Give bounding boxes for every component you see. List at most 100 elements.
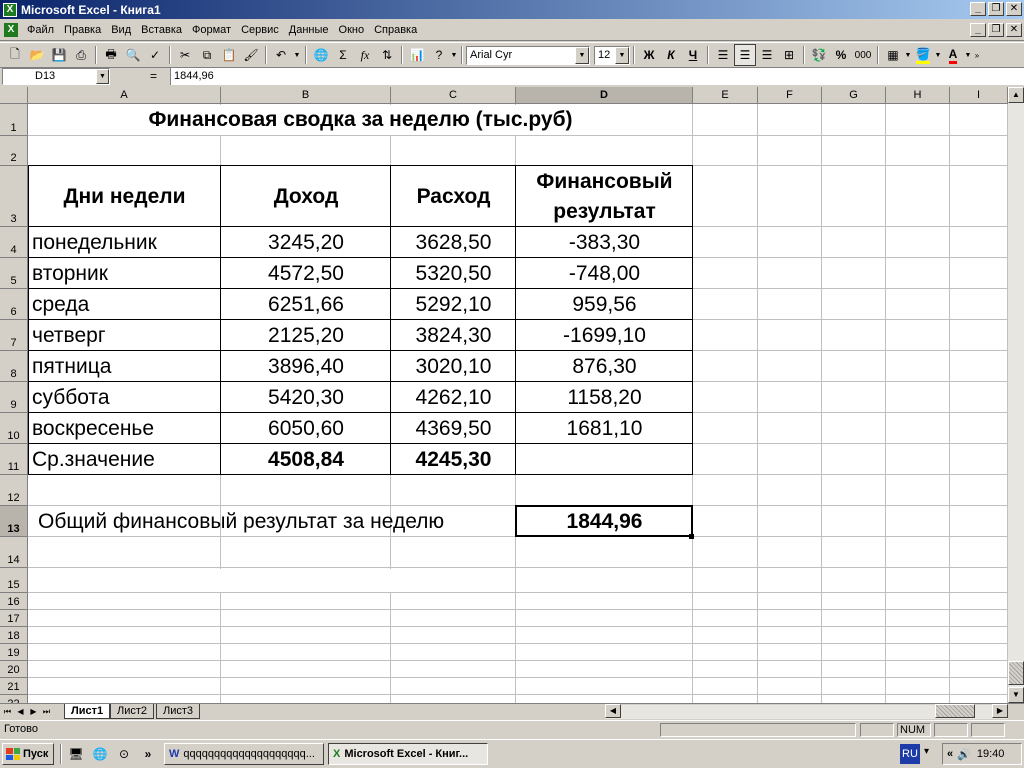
- doc-restore-button[interactable]: ❐: [988, 23, 1004, 37]
- first-sheet-icon[interactable]: ⏮: [2, 705, 13, 718]
- column-header-h[interactable]: H: [886, 87, 950, 104]
- bold-button[interactable]: Ж: [638, 44, 660, 66]
- row-header-12[interactable]: 12: [0, 475, 28, 506]
- insert-function-icon[interactable]: fx: [354, 44, 376, 66]
- print-icon[interactable]: 🖶: [100, 44, 122, 66]
- tray-expand-icon[interactable]: «: [947, 748, 953, 760]
- row-header-22[interactable]: 22: [0, 695, 28, 703]
- minimize-button[interactable]: _: [970, 2, 986, 16]
- toolbar-more-icon[interactable]: »: [972, 44, 982, 66]
- scroll-left-icon[interactable]: ◀: [605, 704, 621, 718]
- font-color-icon[interactable]: A: [942, 44, 964, 66]
- taskbar-item-word[interactable]: W qqqqqqqqqqqqqqqqqqqq...: [164, 743, 324, 765]
- horizontal-scrollbar[interactable]: ◀ ▶: [605, 704, 1008, 719]
- currency-icon[interactable]: 💱: [808, 44, 830, 66]
- scroll-down-icon[interactable]: ▼: [1008, 687, 1024, 703]
- row-header-16[interactable]: 16: [0, 593, 28, 610]
- format-painter-icon[interactable]: 🖌: [240, 44, 262, 66]
- row-header-20[interactable]: 20: [0, 661, 28, 678]
- row-header-9[interactable]: 9: [0, 382, 28, 413]
- column-header-f[interactable]: F: [758, 87, 822, 104]
- language-indicator[interactable]: RU: [900, 744, 920, 764]
- align-center-icon[interactable]: ☰: [734, 44, 756, 66]
- column-header-i[interactable]: I: [950, 87, 1008, 104]
- row-header-19[interactable]: 19: [0, 644, 28, 661]
- prev-sheet-icon[interactable]: ◀: [15, 705, 26, 718]
- taskbar-item-excel[interactable]: X Microsoft Excel - Книг...: [328, 743, 488, 765]
- column-header-g[interactable]: G: [822, 87, 886, 104]
- copy-icon[interactable]: ⧉: [196, 44, 218, 66]
- font-size-combo[interactable]: 12 ▼: [594, 45, 630, 65]
- row-header-15[interactable]: 15: [0, 568, 28, 593]
- open-folder-icon[interactable]: 📂: [26, 44, 48, 66]
- row-header-17[interactable]: 17: [0, 610, 28, 627]
- menu-edit[interactable]: Правка: [59, 24, 106, 36]
- menu-help[interactable]: Справка: [369, 24, 422, 36]
- row-header-4[interactable]: 4: [0, 227, 28, 258]
- fill-color-icon[interactable]: 🪣: [912, 44, 934, 66]
- row-header-2[interactable]: 2: [0, 136, 28, 166]
- print-preview-icon[interactable]: 🔍: [122, 44, 144, 66]
- menu-file[interactable]: Файл: [22, 24, 59, 36]
- next-sheet-icon[interactable]: ▶: [28, 705, 39, 718]
- row-header-3[interactable]: 3: [0, 166, 28, 227]
- select-all-corner[interactable]: [0, 87, 28, 104]
- row-header-21[interactable]: 21: [0, 678, 28, 695]
- chart-wizard-icon[interactable]: 📊: [406, 44, 428, 66]
- column-header-e[interactable]: E: [693, 87, 758, 104]
- row-header-5[interactable]: 5: [0, 258, 28, 289]
- sort-ascending-icon[interactable]: ⇅: [376, 44, 398, 66]
- permission-icon[interactable]: ⎙: [70, 44, 92, 66]
- chevron-down-icon[interactable]: ▼: [964, 44, 972, 66]
- row-header-18[interactable]: 18: [0, 627, 28, 644]
- sheet-tab-2[interactable]: Лист2: [110, 704, 155, 719]
- workbook-icon[interactable]: X: [4, 22, 18, 37]
- chevron-down-icon[interactable]: ▼: [934, 44, 942, 66]
- undo-icon[interactable]: ↶: [270, 44, 292, 66]
- row-header-1[interactable]: 1: [0, 104, 28, 136]
- language-menu-icon[interactable]: ▾: [924, 746, 929, 757]
- cut-icon[interactable]: ✂: [174, 44, 196, 66]
- column-header-a[interactable]: A: [28, 87, 221, 104]
- menu-format[interactable]: Формат: [187, 24, 236, 36]
- toolbar-options-icon[interactable]: ▼: [450, 44, 458, 66]
- align-right-icon[interactable]: ☰: [756, 44, 778, 66]
- italic-button[interactable]: К: [660, 44, 682, 66]
- vertical-scroll-thumb[interactable]: [1008, 661, 1024, 685]
- last-sheet-icon[interactable]: ⏭: [41, 705, 52, 718]
- start-button[interactable]: Пуск: [2, 743, 54, 765]
- worksheet-grid[interactable]: A B C D E F G H I 1 2 3 4 5 6 7 8 9 10 11 12 13 14 15 16 17 18 19 20…: [0, 87, 1008, 703]
- row-header-6[interactable]: 6: [0, 289, 28, 320]
- show-desktop-icon[interactable]: 🖥: [68, 746, 84, 762]
- vertical-scrollbar[interactable]: ▲ ▼: [1008, 87, 1024, 703]
- row-header-7[interactable]: 7: [0, 320, 28, 351]
- restore-button[interactable]: ❐: [988, 2, 1004, 16]
- sheet-tab-3[interactable]: Лист3: [156, 704, 201, 719]
- row-header-13[interactable]: 13: [0, 506, 28, 537]
- row-header-10[interactable]: 10: [0, 413, 28, 444]
- row-header-8[interactable]: 8: [0, 351, 28, 382]
- name-box[interactable]: D13 ▼: [2, 68, 110, 85]
- menu-tools[interactable]: Сервис: [236, 24, 284, 36]
- formula-input[interactable]: 1844,96: [170, 68, 1024, 85]
- scroll-right-icon[interactable]: ▶: [992, 704, 1008, 718]
- undo-dropdown-icon[interactable]: ▼: [292, 44, 302, 66]
- volume-icon[interactable]: 🔊: [957, 748, 971, 761]
- merge-center-icon[interactable]: ⊞: [778, 44, 800, 66]
- column-header-c[interactable]: C: [391, 87, 516, 104]
- quicklaunch-more-icon[interactable]: »: [140, 746, 156, 762]
- autosum-icon[interactable]: Σ: [332, 44, 354, 66]
- column-header-b[interactable]: B: [221, 87, 391, 104]
- borders-icon[interactable]: ▦: [882, 44, 904, 66]
- row-header-11[interactable]: 11: [0, 444, 28, 475]
- help-icon[interactable]: ?: [428, 44, 450, 66]
- paste-icon[interactable]: 📋: [218, 44, 240, 66]
- column-header-d[interactable]: D: [516, 87, 693, 104]
- spelling-icon[interactable]: ✓: [144, 44, 166, 66]
- internet-explorer-icon[interactable]: 🌐: [92, 746, 108, 762]
- menu-insert[interactable]: Вставка: [136, 24, 187, 36]
- close-button[interactable]: ✕: [1006, 2, 1022, 16]
- align-left-icon[interactable]: ☰: [712, 44, 734, 66]
- doc-close-button[interactable]: ✕: [1006, 23, 1022, 37]
- chevron-down-icon[interactable]: ▼: [904, 44, 912, 66]
